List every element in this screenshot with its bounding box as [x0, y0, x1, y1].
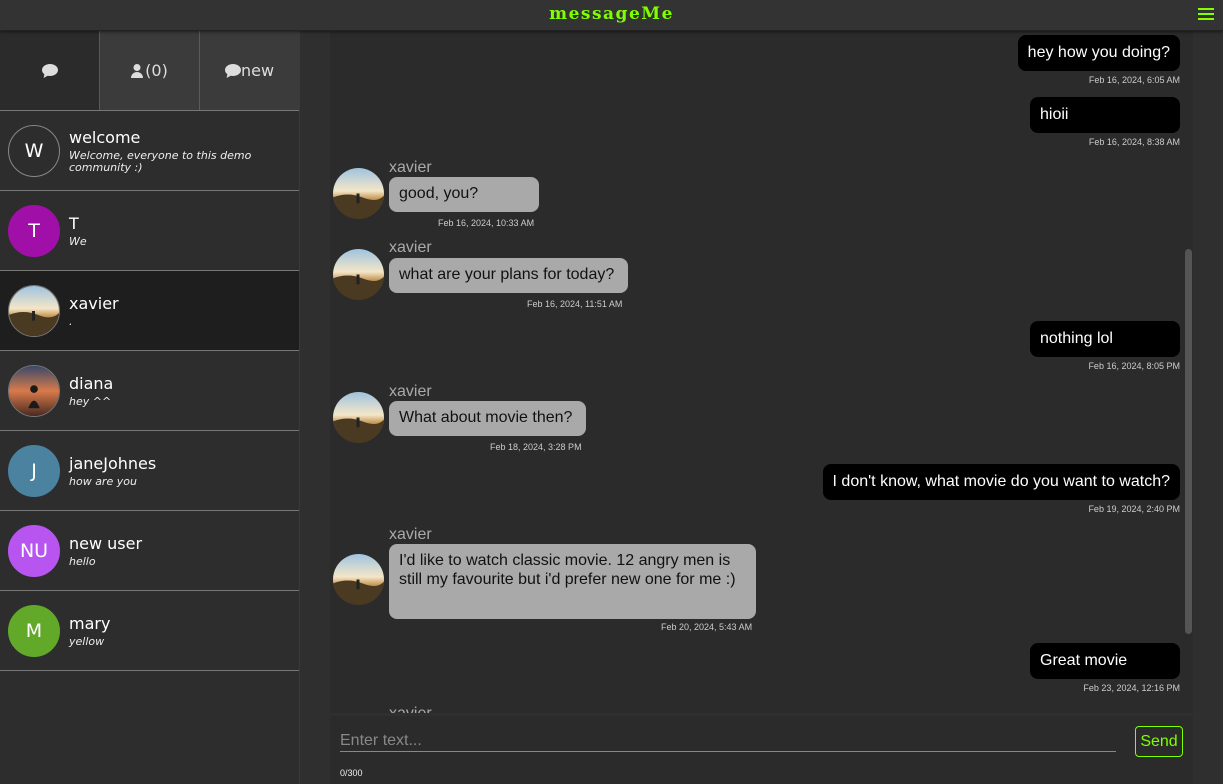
- conversation-item-xavier[interactable]: xavier .: [0, 271, 299, 351]
- message-outgoing: hioii Feb 16, 2024, 8:38 AM: [1030, 97, 1180, 147]
- message-timestamp: Feb 16, 2024, 8:05 PM: [1088, 361, 1180, 371]
- tab-contacts[interactable]: (0): [99, 31, 199, 110]
- message-timestamp: Feb 16, 2024, 8:38 AM: [1088, 137, 1180, 147]
- conversation-preview: We: [69, 234, 87, 248]
- sender-avatar: [333, 249, 384, 300]
- message-bubble: good, you?: [389, 177, 539, 212]
- message-bubble: what are your plans for today?: [389, 258, 628, 293]
- conversation-preview: hello: [69, 554, 96, 568]
- app-title: messageMe: [549, 4, 674, 24]
- tab-new[interactable]: new: [199, 31, 299, 110]
- chat-bubble-icon: [224, 63, 241, 78]
- message-bubble: I'd like to watch classic movie. 12 angr…: [389, 544, 756, 619]
- conversation-name: new user: [69, 533, 143, 553]
- conversation-name: welcome: [69, 127, 141, 147]
- message-timestamp: Feb 16, 2024, 11:51 AM: [527, 299, 623, 309]
- message-bubble: What about movie then?: [389, 401, 586, 436]
- message-bubble: hey how you doing?: [1017, 35, 1180, 71]
- message-timestamp: Feb 16, 2024, 10:33 AM: [438, 218, 535, 228]
- avatar: M: [8, 604, 60, 657]
- conversation-preview: how are you: [69, 474, 137, 488]
- message-outgoing: nothing lol Feb 16, 2024, 8:05 PM: [1030, 321, 1180, 371]
- top-bar: messageMe: [0, 0, 1223, 31]
- menu-icon[interactable]: [1198, 8, 1214, 20]
- contacts-count: (0): [145, 61, 168, 80]
- sender-name: xavier: [389, 526, 432, 543]
- sender-name: xavier: [389, 383, 432, 400]
- chat-bubble-icon: [41, 63, 58, 78]
- avatar: T: [8, 204, 60, 257]
- sender-name: xavier: [389, 159, 432, 176]
- conversation-preview: .: [69, 314, 73, 328]
- user-icon: [131, 63, 144, 78]
- tab-conversations[interactable]: [0, 31, 99, 110]
- conversation-name: janeJohnes: [69, 453, 157, 473]
- conversation-preview: Welcome, everyone to this demo community…: [69, 148, 252, 174]
- avatar: NU: [8, 524, 60, 577]
- conversation-item-welcome[interactable]: W welcome Welcome, everyone to this demo…: [0, 111, 299, 191]
- message-input[interactable]: [340, 731, 1116, 752]
- avatar: W: [8, 124, 60, 177]
- avatar: J: [8, 444, 60, 497]
- conversation-item-mary[interactable]: M mary yellow: [0, 591, 299, 671]
- character-count: 0/300: [340, 768, 363, 778]
- sidebar-tabs: (0) new: [0, 31, 299, 111]
- conversation-item-new-user[interactable]: NU new user hello: [0, 511, 299, 591]
- conversation-preview: hey ^^: [69, 394, 112, 408]
- message-outgoing: Great movie Feb 23, 2024, 12:16 PM: [1030, 643, 1180, 693]
- message-bubble: I don't know, what movie do you want to …: [822, 464, 1180, 500]
- message-outgoing: hey how you doing? Feb 16, 2024, 6:05 AM: [1017, 35, 1180, 85]
- message-timestamp: Feb 20, 2024, 5:43 AM: [661, 622, 753, 632]
- conversation-name: mary: [69, 613, 111, 633]
- message-timestamp: Feb 23, 2024, 12:16 PM: [1083, 683, 1180, 693]
- sidebar: (0) new W welcome Welcome, everyone to t…: [0, 31, 300, 784]
- conversation-name: diana: [69, 373, 114, 393]
- message-outgoing: I don't know, what movie do you want to …: [822, 464, 1180, 514]
- conversation-preview: yellow: [69, 634, 105, 648]
- avatar-photo: [8, 364, 60, 417]
- message-bubble: hioii: [1030, 97, 1180, 133]
- sender-name: xavier: [389, 239, 432, 256]
- sender-avatar: [333, 554, 384, 605]
- message-timestamp: Feb 16, 2024, 6:05 AM: [1088, 75, 1180, 85]
- conversation-name: T: [69, 213, 79, 233]
- send-button[interactable]: Send: [1135, 726, 1183, 757]
- conversation-item-t[interactable]: T T We: [0, 191, 299, 271]
- message-list[interactable]: hey how you doing? Feb 16, 2024, 6:05 AM…: [330, 31, 1193, 713]
- message-bubble: nothing lol: [1030, 321, 1180, 357]
- conversation-name: xavier: [69, 293, 119, 313]
- avatar-photo: [8, 284, 60, 337]
- new-label: new: [240, 61, 275, 80]
- sender-avatar: [333, 168, 384, 219]
- conversation-item-janejohnes[interactable]: J janeJohnes how are you: [0, 431, 299, 511]
- sender-name: xavier: [389, 705, 432, 713]
- message-timestamp: Feb 19, 2024, 2:40 PM: [1088, 504, 1180, 514]
- conversation-item-diana[interactable]: diana hey ^^: [0, 351, 299, 431]
- message-bubble: Great movie: [1030, 643, 1180, 679]
- message-timestamp: Feb 18, 2024, 3:28 PM: [490, 442, 582, 452]
- message-composer: Send 0/300: [330, 716, 1193, 784]
- chat-scrollbar[interactable]: [1185, 249, 1192, 634]
- sender-avatar: [333, 392, 384, 443]
